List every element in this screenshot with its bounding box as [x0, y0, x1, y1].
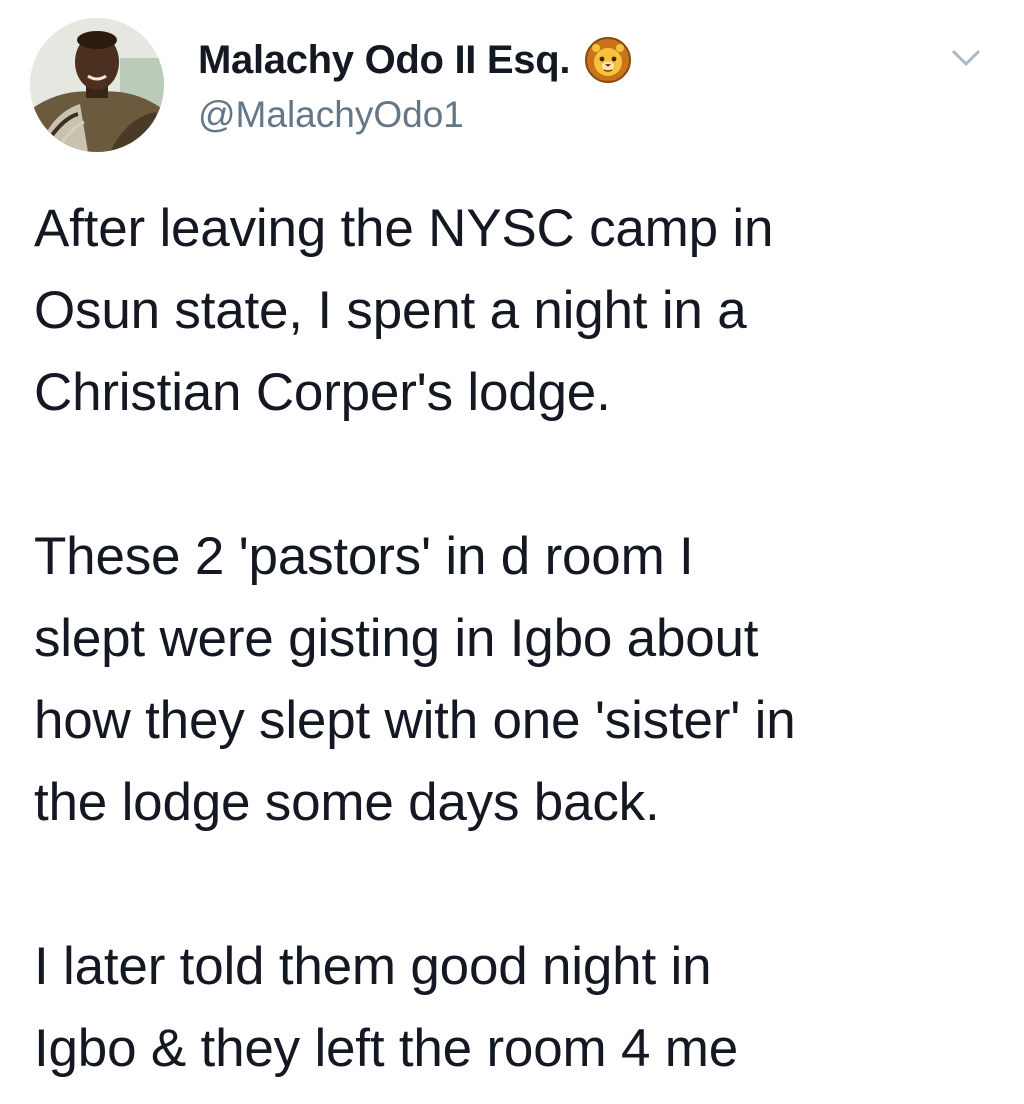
tweet-card: Malachy Odo II Esq. @MalachyOdo1 After l…: [0, 0, 1024, 1104]
chevron-down-icon[interactable]: [948, 44, 984, 72]
avatar-photo: [30, 18, 164, 152]
tweet-paragraph: These 2 'pastors' in d room I slept were…: [34, 527, 796, 832]
avatar[interactable]: [30, 18, 164, 152]
user-handle[interactable]: @MalachyOdo1: [198, 94, 632, 136]
tweet-paragraph: After leaving the NYSC camp in Osun stat…: [34, 199, 774, 422]
tweet-text: After leaving the NYSC camp in Osun stat…: [34, 188, 1004, 1090]
display-name[interactable]: Malachy Odo II Esq.: [198, 38, 570, 83]
lion-face-icon: [584, 36, 632, 84]
tweet-paragraph: I later told them good night in Igbo & t…: [34, 937, 738, 1078]
